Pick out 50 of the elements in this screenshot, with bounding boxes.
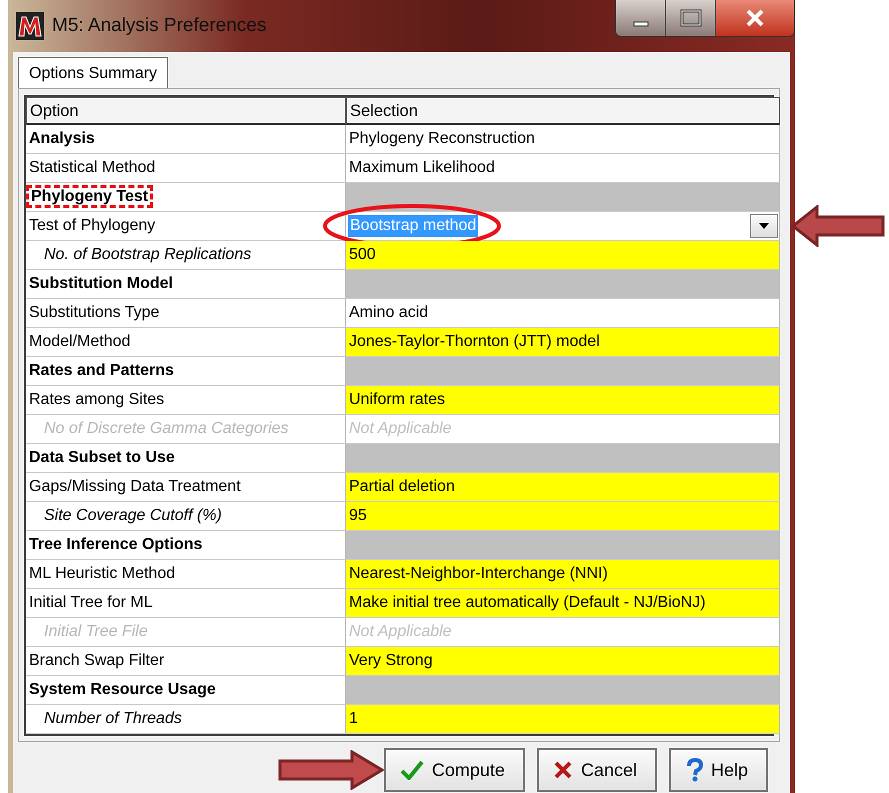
selection-cell[interactable]: Nearest-Neighbor-Interchange (NNI) bbox=[346, 560, 780, 589]
close-icon bbox=[744, 9, 766, 27]
selection-cell[interactable]: Very Strong bbox=[346, 647, 780, 676]
option-label: Number of Threads bbox=[26, 705, 346, 734]
option-label: Phylogeny Test bbox=[26, 183, 346, 212]
minimize-icon bbox=[632, 21, 648, 27]
dialog-button[interactable]: Help bbox=[668, 748, 768, 792]
option-label: Branch Swap Filter bbox=[26, 647, 346, 676]
option-label: Statistical Method bbox=[26, 154, 346, 183]
option-label: Tree Inference Options bbox=[26, 531, 346, 560]
window-title: M5: Analysis Preferences bbox=[52, 15, 266, 37]
option-label: Initial Tree for ML bbox=[26, 589, 346, 618]
app-logo-icon bbox=[16, 12, 44, 40]
option-label: Rates among Sites bbox=[26, 386, 346, 415]
tab[interactable]: Options Summary bbox=[18, 57, 168, 90]
option-label: ML Heuristic Method bbox=[26, 560, 346, 589]
option-label: Substitutions Type bbox=[26, 299, 346, 328]
option-label: Gaps/Missing Data Treatment bbox=[26, 473, 346, 502]
option-label: Analysis bbox=[26, 125, 346, 154]
selection-cell[interactable]: 500 bbox=[346, 241, 780, 270]
checkmark-icon bbox=[400, 760, 424, 780]
maximize-icon bbox=[678, 9, 702, 27]
column-header: Selection bbox=[346, 97, 780, 125]
help-icon bbox=[684, 758, 703, 782]
cross-icon bbox=[552, 760, 573, 780]
selection-cell[interactable]: Phylogeny Reconstruction bbox=[346, 125, 780, 154]
option-label: Site Coverage Cutoff (%) bbox=[26, 502, 346, 531]
selection-cell[interactable]: Partial deletion bbox=[346, 473, 780, 502]
close-button[interactable] bbox=[716, 0, 794, 36]
minimize-button[interactable] bbox=[616, 0, 666, 36]
selection-cell[interactable]: Amino acid bbox=[346, 299, 780, 328]
selection-cell[interactable]: Jones-Taylor-Thornton (JTT) model bbox=[346, 328, 780, 357]
selection-cell[interactable]: Make initial tree automatically (Default - NJ/BioNJ) bbox=[346, 589, 780, 618]
column-header: Option bbox=[26, 97, 346, 125]
option-label: Rates and Patterns bbox=[26, 357, 346, 386]
selection-cell[interactable]: 1 bbox=[346, 705, 780, 734]
option-label: System Resource Usage bbox=[26, 676, 346, 705]
dialog-button[interactable]: Compute bbox=[384, 748, 525, 792]
selection-cell[interactable]: Uniform rates bbox=[346, 386, 780, 415]
option-label: Initial Tree File bbox=[26, 618, 346, 647]
option-label: Model/Method bbox=[26, 328, 346, 357]
option-label: Data Subset to Use bbox=[26, 444, 346, 473]
selection-cell[interactable]: 95 bbox=[346, 502, 780, 531]
dialog-button[interactable]: Cancel bbox=[536, 748, 657, 792]
option-label: No of Discrete Gamma Categories bbox=[26, 415, 346, 444]
option-label: No. of Bootstrap Replications bbox=[26, 241, 346, 270]
option-label: Substitution Model bbox=[26, 270, 346, 299]
selection-cell[interactable]: Maximum Likelihood bbox=[346, 154, 780, 183]
option-label: Test of Phylogeny bbox=[26, 212, 346, 241]
maximize-button[interactable] bbox=[666, 0, 716, 36]
